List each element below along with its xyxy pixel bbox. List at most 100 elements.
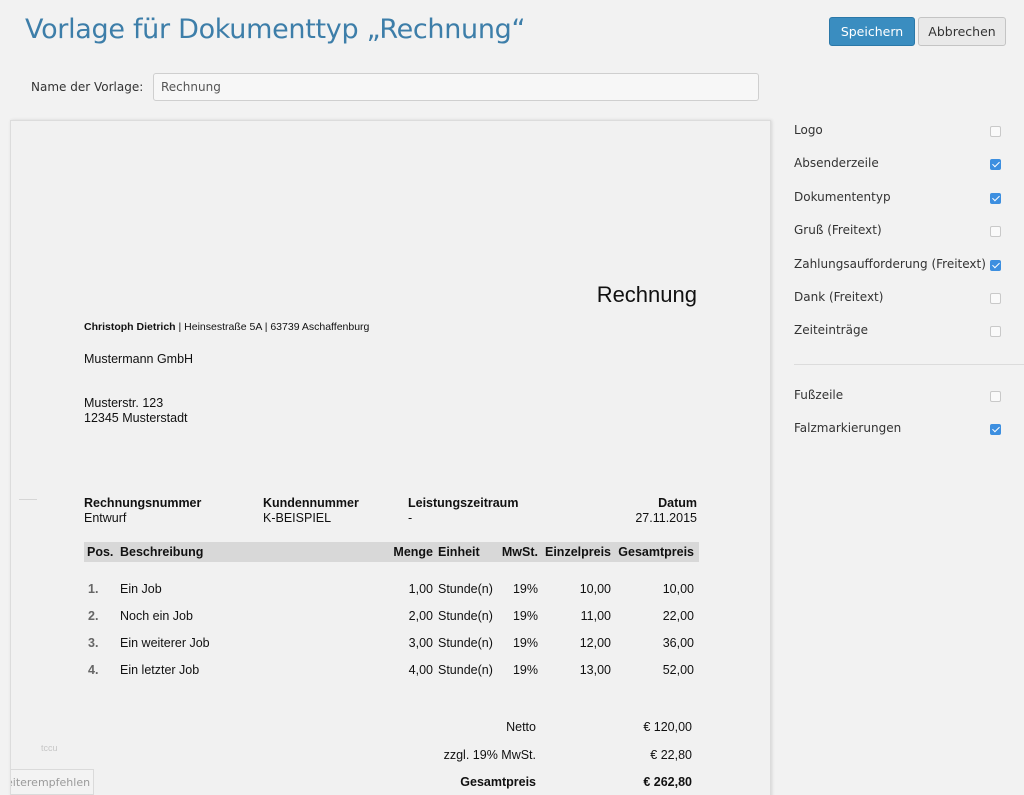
option-label: Zahlungsaufforderung (Freitext) — [794, 257, 986, 271]
row-vat: 19% — [512, 636, 538, 650]
option-label: Fußzeile — [794, 388, 844, 402]
row-vat: 19% — [512, 663, 538, 677]
col-vat: MwSt. — [501, 545, 538, 559]
col-description: Beschreibung — [120, 545, 204, 559]
option-label: Dank (Freitext) — [794, 290, 884, 304]
page-title: Vorlage für Dokumenttyp „Rechnung“ — [25, 14, 526, 45]
table-row: 2. Noch ein Job 2,00 Stunde(n) 19% 11,00… — [84, 609, 699, 625]
watermark-text: tccu — [41, 743, 58, 753]
option-label: Dokumententyp — [794, 190, 891, 204]
option-fold-marks[interactable]: Falzmarkierungen — [794, 418, 1004, 438]
row-unit: Stunde(n) — [438, 663, 493, 677]
items-table-header: Pos. Beschreibung Menge Einheit MwSt. Ei… — [84, 542, 699, 562]
option-checkbox[interactable] — [990, 193, 1001, 204]
cancel-button[interactable]: Abbrechen — [918, 17, 1006, 46]
sender-address: | Heinsestraße 5A | 63739 Aschaffenburg — [175, 321, 370, 333]
option-document-type[interactable]: Dokumententyp — [794, 187, 1004, 207]
gross-label: Gesamtpreis — [460, 775, 536, 789]
date-label: Datum — [658, 496, 697, 510]
option-thanks[interactable]: Dank (Freitext) — [794, 287, 1004, 307]
option-checkbox[interactable] — [990, 260, 1001, 271]
option-label: Zeiteinträge — [794, 323, 868, 337]
row-description: Ein weiterer Job — [120, 636, 210, 650]
option-sender-line[interactable]: Absenderzeile — [794, 153, 1004, 173]
option-logo[interactable]: Logo — [794, 120, 1004, 140]
option-checkbox[interactable] — [990, 159, 1001, 170]
col-unit: Einheit — [438, 545, 480, 559]
option-label: Gruß (Freitext) — [794, 223, 882, 237]
row-unit: Stunde(n) — [438, 636, 493, 650]
row-pos: 1. — [88, 582, 99, 596]
option-label: Absenderzeile — [794, 156, 879, 170]
row-total: 22,00 — [662, 609, 694, 623]
invoice-number-block: Rechnungsnummer Entwurf — [84, 496, 201, 526]
option-greeting[interactable]: Gruß (Freitext) — [794, 220, 1004, 240]
option-checkbox[interactable] — [990, 226, 1001, 237]
col-unit-price: Einzelpreis — [545, 545, 611, 559]
row-quantity: 2,00 — [408, 609, 433, 623]
option-checkbox[interactable] — [990, 391, 1001, 402]
row-description: Ein Job — [120, 582, 162, 596]
row-quantity: 3,00 — [408, 636, 433, 650]
table-row: 1. Ein Job 1,00 Stunde(n) 19% 10,00 10,0… — [84, 582, 699, 598]
document-preview: Rechnung Christoph Dietrich | Heinsestra… — [10, 120, 771, 795]
option-payment-request[interactable]: Zahlungsaufforderung (Freitext) — [794, 254, 1004, 274]
option-checkbox[interactable] — [990, 326, 1001, 337]
row-pos: 3. — [88, 636, 99, 650]
row-unit-price: 13,00 — [579, 663, 611, 677]
recommend-button[interactable]: eiterempfehlen — [11, 769, 94, 795]
row-unit: Stunde(n) — [438, 582, 493, 596]
vat-value: € 22,80 — [650, 748, 692, 762]
net-label: Netto — [506, 720, 536, 734]
template-name-label: Name der Vorlage: — [31, 80, 144, 94]
table-row: 4. Ein letzter Job 4,00 Stunde(n) 19% 13… — [84, 663, 699, 679]
option-checkbox[interactable] — [990, 293, 1001, 304]
recipient-name: Mustermann GmbH — [84, 352, 194, 366]
row-unit-price: 10,00 — [579, 582, 611, 596]
service-period-block: Leistungszeitraum - — [408, 496, 518, 526]
row-total: 36,00 — [662, 636, 694, 650]
row-vat: 19% — [512, 582, 538, 596]
date-block: Datum 27.11.2015 — [635, 496, 697, 526]
option-checkbox[interactable] — [990, 126, 1001, 137]
gross-value: € 262,80 — [643, 775, 692, 789]
row-vat: 19% — [512, 609, 538, 623]
option-label: Logo — [794, 123, 823, 137]
row-description: Ein letzter Job — [120, 663, 200, 677]
document-type-heading[interactable]: Rechnung — [597, 282, 697, 308]
save-button[interactable]: Speichern — [829, 17, 915, 46]
row-unit-price: 11,00 — [580, 609, 611, 623]
option-label: Falzmarkierungen — [794, 421, 902, 435]
recipient-city: 12345 Musterstadt — [84, 411, 188, 425]
table-row: 3. Ein weiterer Job 3,00 Stunde(n) 19% 1… — [84, 636, 699, 652]
customer-number-block: Kundennummer K-BEISPIEL — [263, 496, 359, 526]
row-total: 10,00 — [662, 582, 694, 596]
option-footer[interactable]: Fußzeile — [794, 385, 1004, 405]
col-total: Gesamtpreis — [618, 545, 694, 559]
row-pos: 2. — [88, 609, 99, 623]
fold-mark — [19, 499, 37, 500]
service-period-value: - — [408, 511, 413, 525]
customer-number-value: K-BEISPIEL — [263, 511, 332, 525]
col-pos: Pos. — [87, 545, 114, 559]
vat-label: zzgl. 19% MwSt. — [443, 748, 536, 762]
sender-line[interactable]: Christoph Dietrich | Heinsestraße 5A | 6… — [84, 321, 369, 333]
customer-number-label: Kundennummer — [263, 496, 359, 510]
options-divider — [794, 364, 1024, 365]
sender-name: Christoph Dietrich — [84, 321, 176, 333]
row-quantity: 1,00 — [408, 582, 433, 596]
invoice-number-value: Entwurf — [84, 511, 127, 525]
template-name-input[interactable]: Rechnung — [153, 73, 759, 101]
row-quantity: 4,00 — [408, 663, 433, 677]
row-total: 52,00 — [662, 663, 694, 677]
col-quantity: Menge — [393, 545, 433, 559]
service-period-label: Leistungszeitraum — [408, 496, 519, 510]
row-pos: 4. — [88, 663, 99, 677]
date-value: 27.11.2015 — [635, 511, 697, 525]
option-checkbox[interactable] — [990, 424, 1001, 435]
invoice-number-label: Rechnungsnummer — [84, 496, 202, 510]
row-description: Noch ein Job — [120, 609, 193, 623]
net-value: € 120,00 — [643, 720, 692, 734]
recipient-address: Mustermann GmbH Musterstr. 123 12345 Mus… — [84, 352, 193, 426]
option-time-entries[interactable]: Zeiteinträge — [794, 320, 1004, 340]
